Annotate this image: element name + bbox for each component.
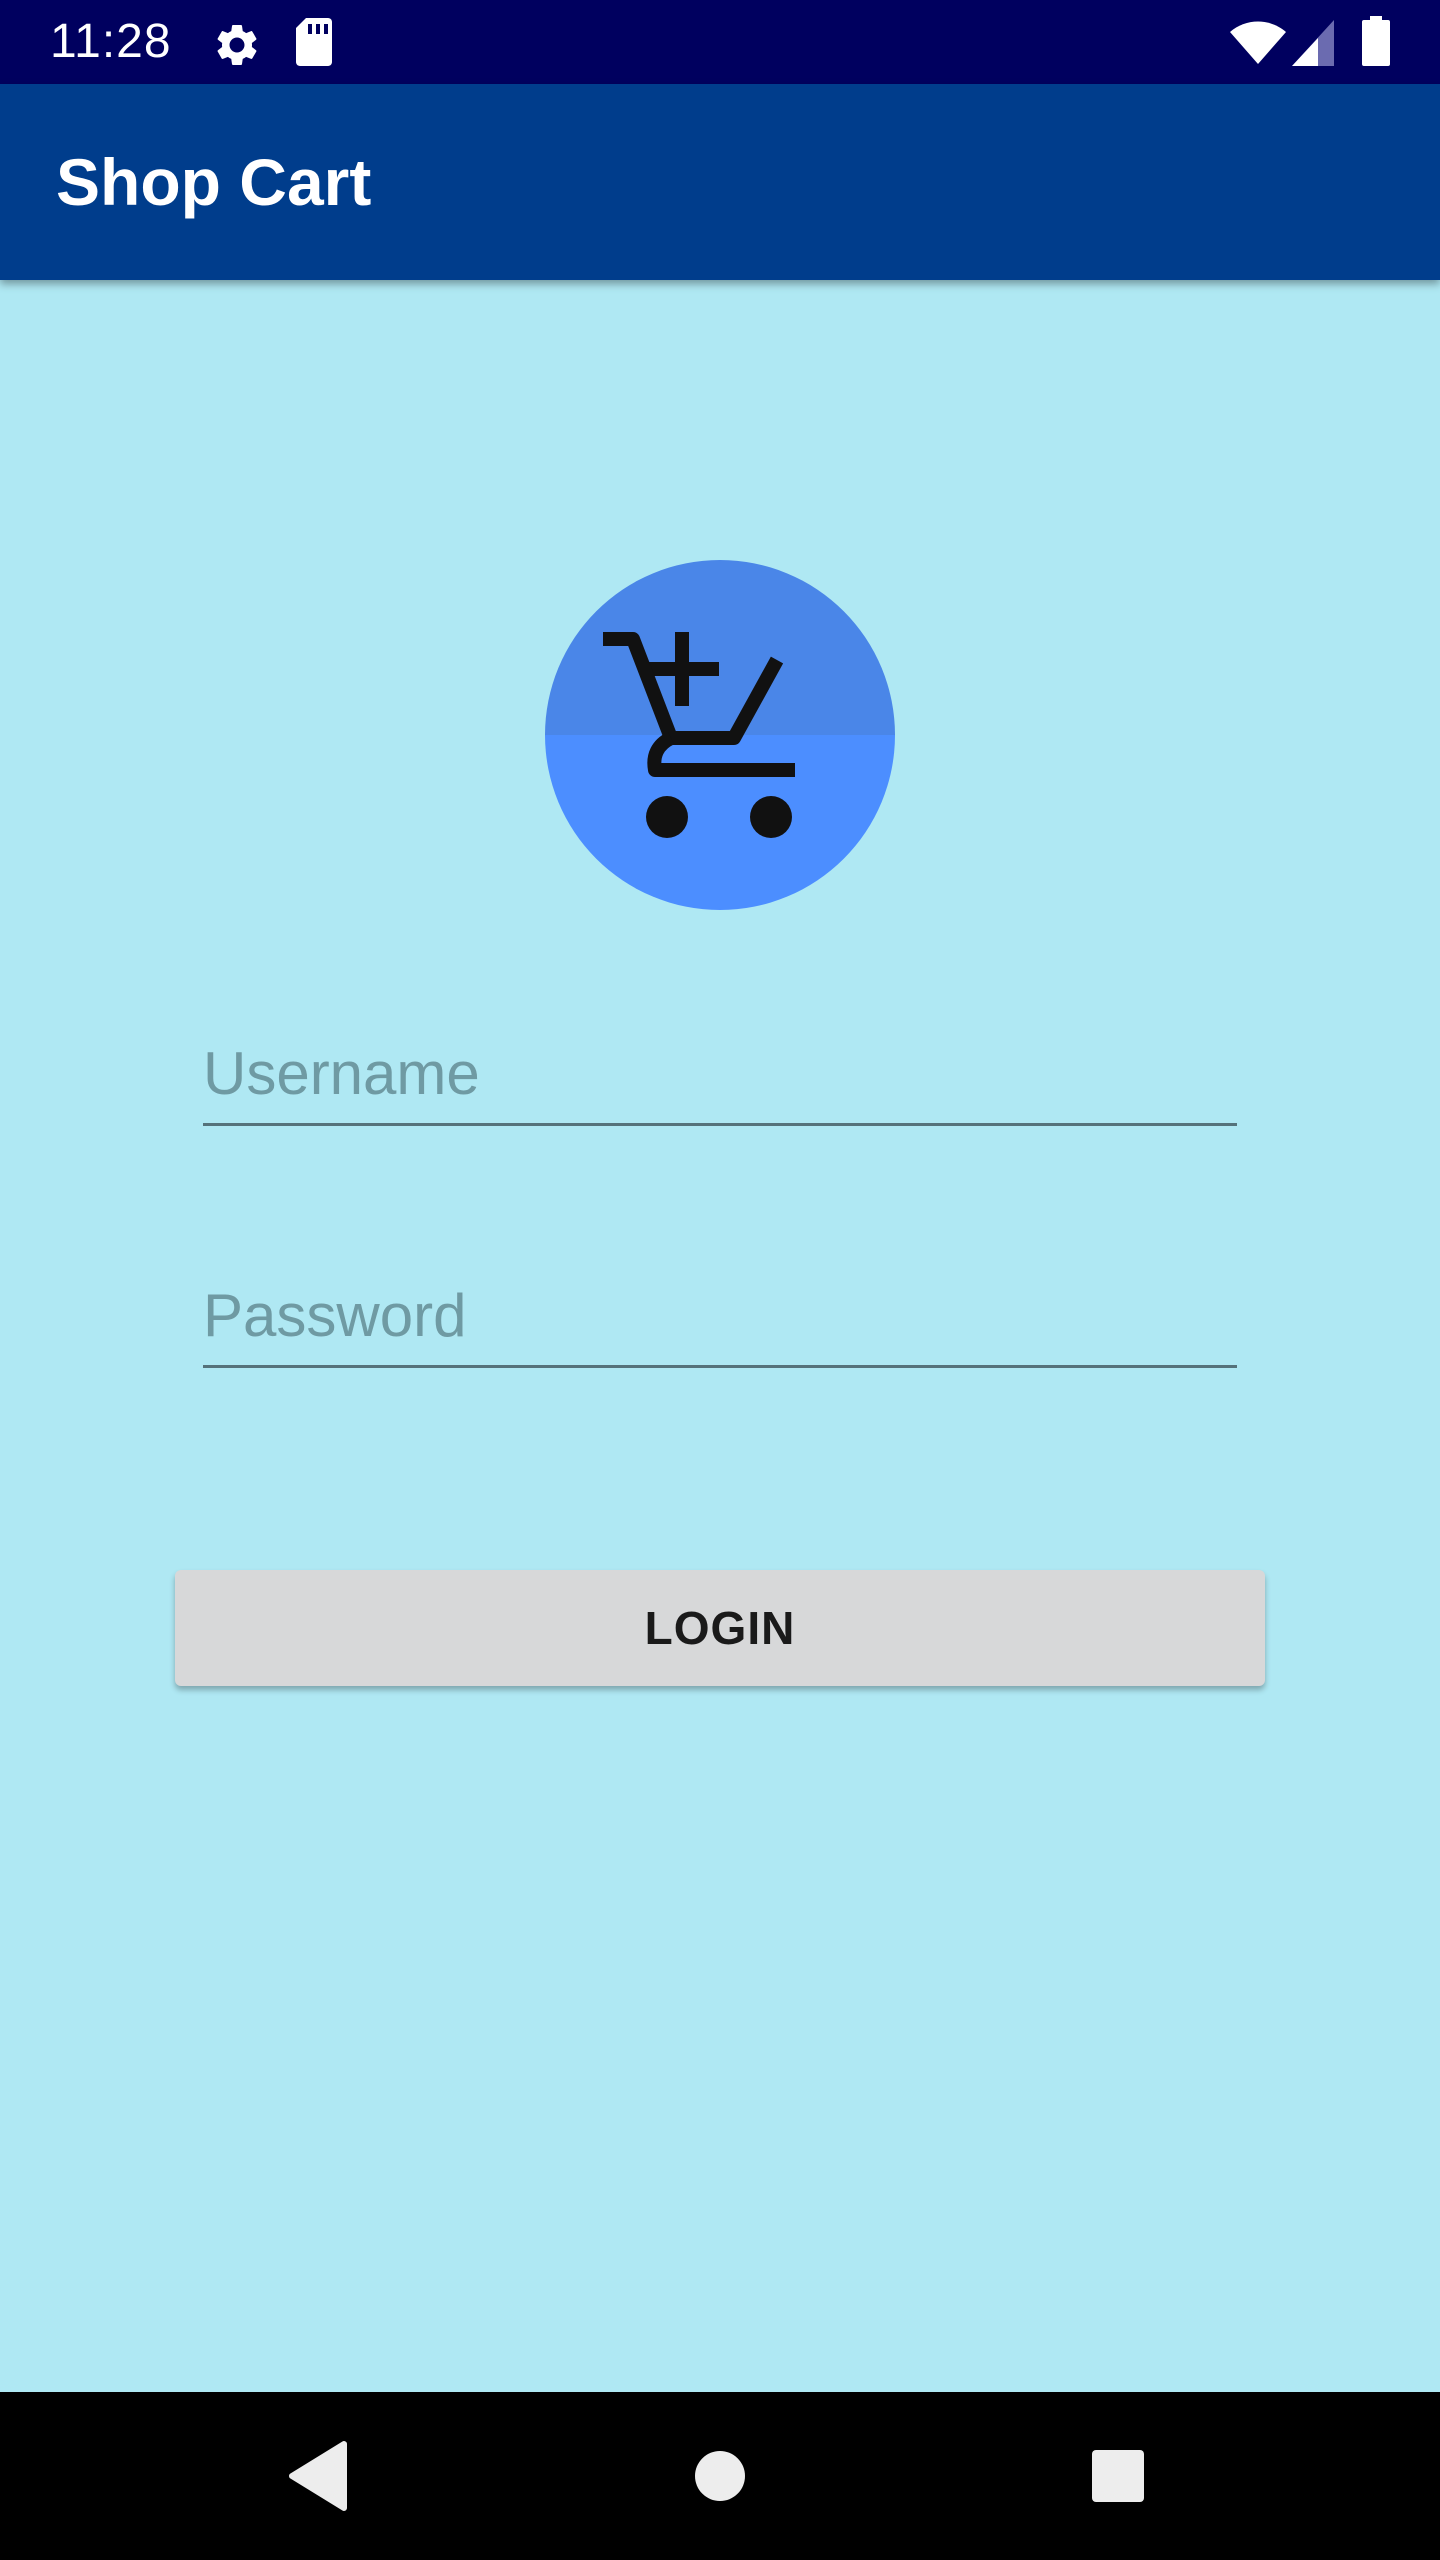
login-button[interactable]: LOGIN [175,1570,1265,1686]
back-button[interactable] [240,2392,400,2560]
home-button[interactable] [640,2392,800,2560]
home-icon [695,2451,745,2501]
app-bar: Shop Cart [0,84,1440,280]
app-logo [545,560,895,910]
username-input[interactable] [203,1033,1237,1113]
battery-icon [1362,16,1390,71]
username-field[interactable] [203,1013,1237,1126]
sd-card-icon [294,18,334,71]
wifi-icon [1228,18,1288,71]
navigation-bar [0,2392,1440,2560]
add-shopping-cart-icon [603,632,795,838]
status-bar: 11:28 [0,0,1440,84]
password-input[interactable] [203,1275,1237,1355]
status-time: 11:28 [50,15,172,68]
recents-button[interactable] [1038,2392,1198,2560]
signal-icon [1292,20,1336,71]
app-title: Shop Cart [56,145,372,219]
gear-icon [212,20,262,75]
recents-icon [1092,2450,1144,2502]
back-icon [289,2441,347,2511]
password-field[interactable] [203,1255,1237,1368]
